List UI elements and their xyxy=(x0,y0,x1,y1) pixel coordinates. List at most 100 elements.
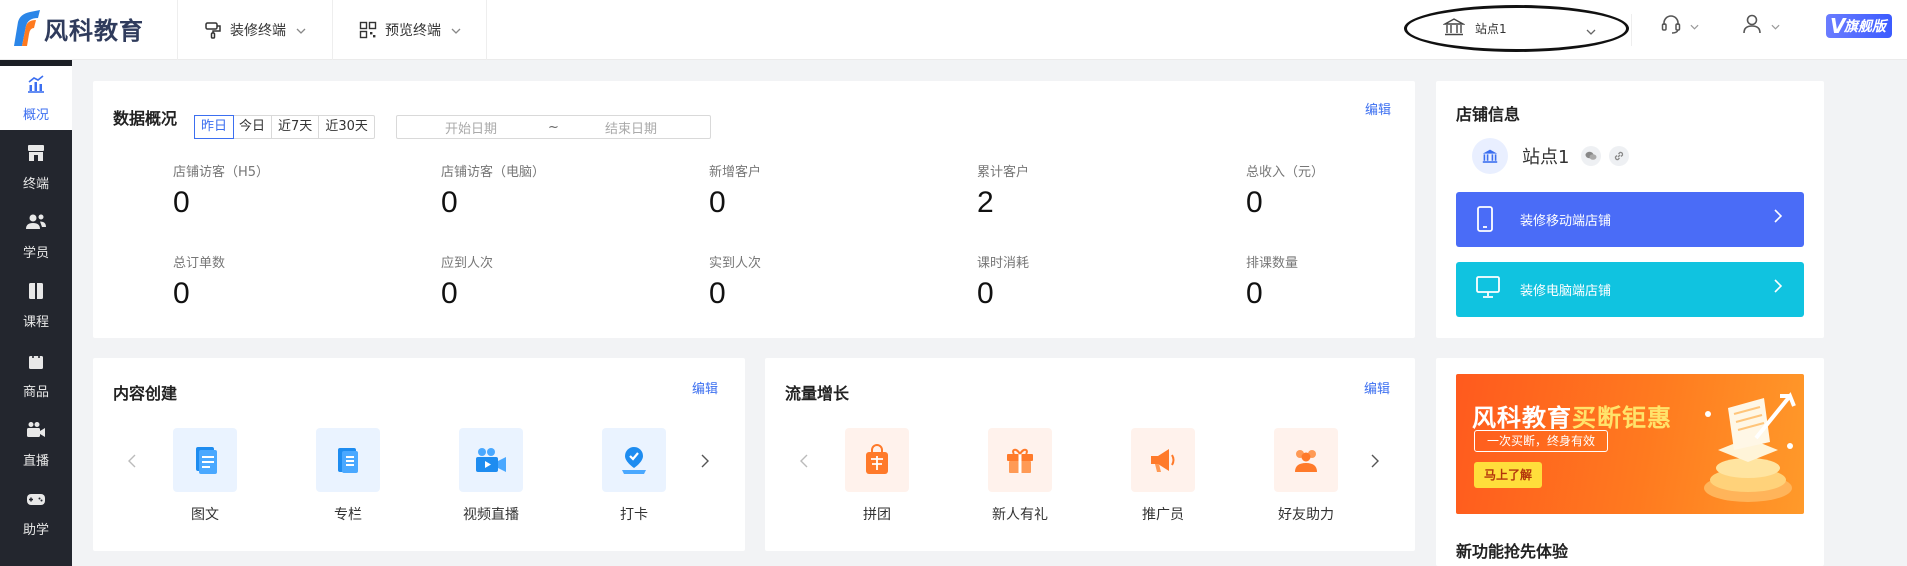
chevron-down-icon xyxy=(451,23,461,38)
range-tab-7days[interactable]: 近7天 xyxy=(272,116,320,138)
tile-promoter[interactable]: 推广员 xyxy=(1123,428,1203,524)
user-menu-button[interactable] xyxy=(1741,13,1780,39)
shop-row: 站点1 xyxy=(1472,138,1630,174)
stat-value: 0 xyxy=(1246,186,1263,219)
carousel-next-button[interactable] xyxy=(1371,454,1379,472)
date-range-separator: ~ xyxy=(548,119,559,135)
monitor-icon xyxy=(1476,276,1500,302)
link-icon[interactable] xyxy=(1609,146,1630,166)
tile-label: 视频直播 xyxy=(463,507,519,523)
promo-headline-brand: 风科教育 xyxy=(1472,404,1572,432)
customer-service-button[interactable] xyxy=(1660,15,1699,37)
brand-mark-icon xyxy=(8,8,42,48)
top-header: 风科教育 装修终端 预览终端 站点1 V 旗舰版 xyxy=(0,0,1907,60)
chevron-down-icon xyxy=(1690,19,1699,34)
nav-decorate-terminal[interactable]: 装修终端 xyxy=(177,0,332,60)
sidebar-item-label: 终端 xyxy=(22,176,49,192)
nav-decorate-label: 装修终端 xyxy=(230,23,286,39)
brand-logo[interactable]: 风科教育 xyxy=(8,6,144,50)
chevron-down-icon xyxy=(296,23,306,38)
carousel-next-button[interactable] xyxy=(701,454,709,472)
tile-friend-assist[interactable]: 好友助力 xyxy=(1266,428,1346,524)
tile-group-buy[interactable]: 拼团 xyxy=(837,428,917,524)
video-camera-icon xyxy=(25,420,47,444)
article-icon xyxy=(173,428,237,492)
carousel-prev-button[interactable] xyxy=(128,454,136,472)
sidebar-item-students[interactable]: 学员 xyxy=(0,206,72,266)
tile-label: 推广员 xyxy=(1142,507,1184,523)
promo-banner[interactable]: 风科教育买断钜惠 一次买断，终身有效 马上了解 xyxy=(1456,374,1804,514)
sidebar-item-course[interactable]: 课程 xyxy=(0,275,72,335)
range-tab-today[interactable]: 今日 xyxy=(233,116,273,138)
nav-preview-label: 预览终端 xyxy=(385,23,441,39)
content-edit-link[interactable]: 编辑 xyxy=(692,378,718,397)
tile-column[interactable]: 专栏 xyxy=(308,428,388,524)
video-live-icon xyxy=(459,428,523,492)
tile-label: 图文 xyxy=(191,507,219,523)
range-tab-yesterday[interactable]: 昨日 xyxy=(194,115,235,139)
group-buy-icon xyxy=(845,428,909,492)
edition-badge[interactable]: V 旗舰版 xyxy=(1826,14,1892,38)
stat-item: 排课数量 0 xyxy=(1246,252,1446,311)
stat-value: 0 xyxy=(441,186,458,219)
store-icon xyxy=(26,143,46,167)
stat-name: 课时消耗 xyxy=(977,256,1030,271)
stat-value: 2 xyxy=(977,186,994,219)
stat-value: 0 xyxy=(709,277,726,310)
tile-label: 专栏 xyxy=(334,507,362,523)
headset-icon xyxy=(1660,13,1682,39)
tile-video-live[interactable]: 视频直播 xyxy=(451,428,531,524)
tile-article[interactable]: 图文 xyxy=(165,428,245,524)
stat-name: 排课数量 xyxy=(1246,256,1299,271)
sidebar-item-goods[interactable]: 商品 xyxy=(0,345,72,405)
date-start-placeholder: 开始日期 xyxy=(445,121,498,137)
new-features-title: 新功能抢先体验 xyxy=(1456,542,1569,561)
sidebar-item-overview[interactable]: 概况 xyxy=(0,68,72,128)
tile-newcomer-gift[interactable]: 新人有礼 xyxy=(980,428,1060,524)
user-icon xyxy=(1741,13,1763,39)
decorate-pc-shop-label: 装修电脑端店铺 xyxy=(1520,284,1612,299)
tile-checkin[interactable]: 打卡 xyxy=(594,428,674,524)
chevron-down-icon xyxy=(1586,24,1596,39)
shop-info-title: 店铺信息 xyxy=(1456,105,1521,124)
promo-cta-button[interactable]: 马上了解 xyxy=(1474,462,1543,488)
sidebar-item-live[interactable]: 直播 xyxy=(0,414,72,474)
site-switcher[interactable]: 站点1 xyxy=(1404,5,1629,52)
decorate-pc-shop-button[interactable]: 装修电脑端店铺 xyxy=(1456,262,1804,317)
range-tabs: 昨日 今日 近7天 近30天 xyxy=(194,115,375,139)
tile-label: 打卡 xyxy=(620,507,648,523)
column-icon xyxy=(316,428,380,492)
decorate-mobile-shop-button[interactable]: 装修移动端店铺 xyxy=(1456,192,1804,247)
students-icon xyxy=(25,212,47,236)
course-icon xyxy=(26,281,46,305)
traffic-growth-title: 流量增长 xyxy=(785,384,850,403)
overview-edit-link[interactable]: 编辑 xyxy=(1365,99,1391,118)
date-range-picker[interactable]: 开始日期 ~ 结束日期 xyxy=(396,115,711,139)
overview-card: 数据概况 昨日 今日 近7天 近30天 开始日期 ~ 结束日期 编辑 店铺访客（… xyxy=(93,81,1415,338)
growth-edit-link[interactable]: 编辑 xyxy=(1364,378,1390,397)
nav-preview-terminal[interactable]: 预览终端 xyxy=(332,0,487,60)
range-tab-30days[interactable]: 近30天 xyxy=(319,116,374,138)
megaphone-icon xyxy=(1131,428,1195,492)
sidebar-item-label: 学员 xyxy=(22,245,49,261)
gift-icon xyxy=(988,428,1052,492)
institution-icon xyxy=(1442,17,1466,41)
gamepad-icon xyxy=(25,489,47,513)
carousel-prev-button[interactable] xyxy=(800,454,808,472)
stat-value: 0 xyxy=(173,277,190,310)
tile-label: 拼团 xyxy=(863,507,891,523)
sidebar-item-label: 商品 xyxy=(22,384,49,400)
stat-item: 实到人次 0 xyxy=(709,252,909,311)
stat-value: 0 xyxy=(709,186,726,219)
sidebar-item-terminal[interactable]: 终端 xyxy=(0,137,72,197)
stat-value: 0 xyxy=(173,186,190,219)
stat-value: 0 xyxy=(441,277,458,310)
mobile-phone-icon xyxy=(1476,206,1494,236)
site-switcher-label: 站点1 xyxy=(1475,22,1507,36)
sidebar-item-label: 概况 xyxy=(22,107,49,123)
sidebar-item-study-aid[interactable]: 助学 xyxy=(0,483,72,543)
wechat-icon[interactable] xyxy=(1581,146,1602,166)
content-create-title: 内容创建 xyxy=(113,384,178,403)
checkin-icon xyxy=(602,428,666,492)
friends-icon xyxy=(1274,428,1338,492)
